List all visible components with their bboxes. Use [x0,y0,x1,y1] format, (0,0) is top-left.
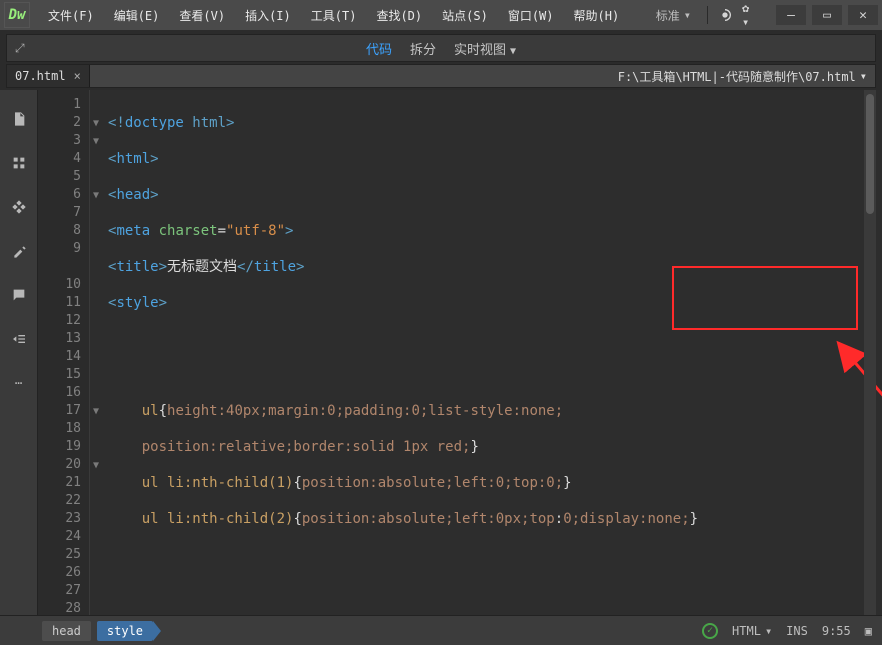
app-logo: Dw [4,2,30,28]
window-close-button[interactable]: ✕ [848,5,878,25]
document-tab-bar: 07.html × F:\工具箱\HTML|-代码随意制作\07.html ▾ [6,64,876,88]
css-sources-icon[interactable] [8,152,30,174]
chevron-down-icon: ▼ [510,46,516,57]
cursor-position: 9:55 [822,624,851,638]
expand-panel-icon[interactable]: ⤢ [15,41,25,56]
sync-settings-button[interactable] [716,6,734,24]
menu-bar: Dw 文件(F) 编辑(E) 查看(V) 插入(I) 工具(T) 查找(D) 站… [0,0,882,30]
comment-icon[interactable] [8,284,30,306]
left-tool-rail: ⋯ [0,90,38,615]
dom-crumb-style[interactable]: style [97,621,153,641]
chevron-down-icon[interactable]: ▾ [860,69,867,83]
language-mode[interactable]: HTML ▾ [732,624,772,638]
workspace-switcher[interactable]: 标准 ▾ [648,3,699,28]
window-restore-button[interactable]: ▭ [812,5,842,25]
view-tab-split[interactable]: 拆分 [410,39,436,58]
dom-crumb-head[interactable]: head [42,621,91,641]
menu-edit[interactable]: 编辑(E) [106,3,168,28]
insert-mode[interactable]: INS [786,624,808,638]
menu-file[interactable]: 文件(F) [40,3,102,28]
errors-status[interactable]: ✓ [702,623,718,639]
overflow-icon[interactable]: ▣ [865,624,872,638]
dom-icon[interactable] [8,196,30,218]
code-body[interactable]: <!doctype html> <html> <head> <meta char… [90,90,882,615]
line-number-gutter: 1 2▼ 3▼ 4 5 6▼ 7 8 9 10 11 12 13 14 15 1… [38,90,90,615]
chevron-down-icon: ▾ [684,8,691,22]
gear-icon[interactable]: ✿ ▾ [742,6,760,24]
view-tab-live[interactable]: 实时视图▼ [454,39,516,58]
document-tab[interactable]: 07.html × [7,65,90,87]
menu-site[interactable]: 站点(S) [434,3,496,28]
menu-find[interactable]: 查找(D) [368,3,430,28]
wand-icon[interactable] [8,240,30,262]
document-tab-label: 07.html [15,69,66,83]
vertical-scrollbar[interactable] [864,90,876,615]
workspace-label: 标准 [656,7,680,24]
more-icon[interactable]: ⋯ [8,372,30,394]
close-tab-icon[interactable]: × [74,69,81,83]
menu-help[interactable]: 帮助(H) [566,3,628,28]
document-path: F:\工具箱\HTML|-代码随意制作\07.html ▾ [610,65,875,87]
menu-view[interactable]: 查看(V) [171,3,233,28]
menu-window[interactable]: 窗口(W) [500,3,562,28]
status-bar: head style ✓ HTML ▾ INS 9:55 ▣ [0,615,882,645]
menu-tools[interactable]: 工具(T) [303,3,365,28]
file-manage-icon[interactable] [8,108,30,130]
window-minimize-button[interactable]: — [776,5,806,25]
view-tab-code[interactable]: 代码 [366,39,392,58]
outdent-icon[interactable] [8,328,30,350]
view-switcher: ⤢ 代码 拆分 实时视图▼ [6,34,876,62]
main-area: ⋯ 1 2▼ 3▼ 4 5 6▼ 7 8 9 10 11 12 13 14 15… [0,90,882,615]
menu-insert[interactable]: 插入(I) [237,3,299,28]
scrollbar-thumb[interactable] [866,94,874,214]
code-editor[interactable]: 1 2▼ 3▼ 4 5 6▼ 7 8 9 10 11 12 13 14 15 1… [38,90,882,615]
